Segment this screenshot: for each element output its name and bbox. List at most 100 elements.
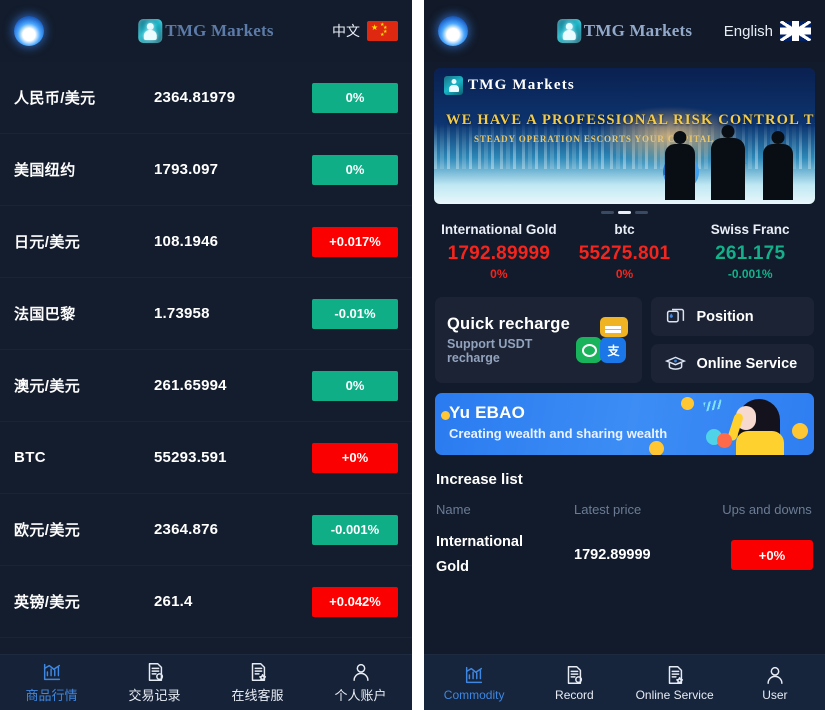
language-selector-cn[interactable]: 中文 ★ ★ ★ ★ ★ (332, 21, 398, 41)
yuebao-promo-banner[interactable]: Yu EBAO Creating wealth and sharing weal… (435, 393, 814, 455)
quote-row[interactable]: BTC 55293.591 +0% (0, 422, 412, 494)
quote-name: 人民币/美元 (14, 90, 96, 107)
app-brand-label: TMG Markets (583, 21, 693, 40)
position-button-label: Position (696, 308, 754, 325)
carousel-dots[interactable] (434, 204, 815, 218)
quote-row[interactable]: 欧元/美元 2364.876 -0.001% (0, 494, 412, 566)
quote-change-badge: -0.001% (312, 514, 398, 545)
tab-online-service[interactable]: 在线客服 (206, 655, 309, 710)
tab-label: 个人账户 (334, 688, 387, 703)
coin-graphic-4 (441, 411, 450, 420)
carousel-dot-3[interactable] (635, 211, 648, 214)
quote-change-badge: +0% (312, 442, 398, 473)
increase-list-header: Name Latest price Ups and downs (424, 488, 825, 517)
tab-record[interactable]: 交易记录 (103, 655, 206, 710)
quote-row[interactable]: 澳元/美元 261.65994 0% (0, 350, 412, 422)
ticker-change: -0.001% (727, 267, 773, 281)
increase-list-body: International Gold 1792.89999 +0% (424, 517, 825, 581)
quote-price: 108.1946 (154, 233, 219, 250)
column-header-name: Name (436, 502, 471, 517)
tmg-logo-icon (444, 76, 463, 95)
balloon-graphic-2 (717, 433, 732, 448)
tab-label: User (762, 687, 788, 702)
coin-graphic-2 (792, 423, 808, 439)
quote-change-badge: +0.042% (312, 586, 398, 617)
quote-price: 261.65994 (154, 377, 227, 394)
wechat-pay-icon (576, 337, 603, 363)
tab-chart[interactable]: Commodity (424, 655, 524, 710)
increase-row-price: 1792.89999 (574, 547, 651, 563)
silhouette-person-2 (711, 125, 745, 200)
carousel-dot-2[interactable] (618, 211, 631, 214)
tab-online-service[interactable]: Online Service (625, 655, 725, 710)
quote-change-badge: 0% (312, 370, 398, 401)
ticker-cell[interactable]: Swiss Franc 261.175 -0.001% (687, 222, 813, 281)
quote-name: 欧元/美元 (14, 522, 81, 539)
increase-row-name: International Gold (436, 530, 568, 581)
carousel-slide[interactable]: TMG Markets WE HAVE A PROFESSIONAL RISK … (434, 68, 815, 204)
left-top-bar: TMG Markets 中文 ★ ★ ★ ★ ★ (0, 0, 412, 62)
tab-user[interactable]: User (725, 655, 825, 710)
quick-recharge-subtitle: Support USDT recharge (447, 336, 533, 365)
quote-change-badge: -0.01% (312, 298, 398, 329)
column-header-change: Ups and downs (722, 502, 812, 517)
china-flag-icon: ★ ★ ★ ★ ★ (367, 21, 398, 41)
quote-price: 2364.81979 (154, 89, 236, 106)
increase-list-title: Increase list (436, 471, 523, 488)
phone-screen-chinese: TMG Markets 中文 ★ ★ ★ ★ ★ 人民币/美元 2364.8197… (0, 0, 412, 710)
promo-carousel[interactable]: TMG Markets WE HAVE A PROFESSIONAL RISK … (424, 62, 825, 218)
quote-row[interactable]: 美国纽约 1793.097 0% (0, 134, 412, 206)
quote-name: 英镑/美元 (14, 594, 81, 611)
language-label: 中文 (332, 23, 360, 39)
bottom-nav-cn: 商品行情 交易记录 在线客服 个人账户 (0, 654, 412, 710)
tab-label: 在线客服 (231, 688, 284, 703)
penguin-avatar-icon[interactable] (14, 16, 44, 46)
language-label: English (723, 22, 773, 40)
side-button-group: Position Online Service (651, 297, 814, 383)
online-service-button-label: Online Service (696, 355, 798, 372)
banner-logo-label: TMG Markets (468, 77, 575, 93)
quote-change-badge: +0.017% (312, 226, 398, 257)
quote-row[interactable]: 人民币/美元 2364.81979 0% (0, 62, 412, 134)
online-service-button[interactable]: Online Service (651, 344, 814, 383)
penguin-avatar-icon[interactable] (438, 16, 468, 46)
alipay-icon: 支 (600, 337, 627, 363)
quote-price: 261.4 (154, 593, 193, 610)
tab-chart[interactable]: 商品行情 (0, 655, 103, 710)
ticker-price: 261.175 (715, 243, 786, 264)
increase-list-row[interactable]: International Gold 1792.89999 +0% (424, 517, 825, 581)
ticker-cell[interactable]: btc 55275.801 0% (562, 222, 688, 281)
quote-price: 55293.591 (154, 449, 227, 466)
silhouette-person-1 (665, 131, 695, 200)
uk-flag-icon (780, 21, 811, 41)
quote-name: 法国巴黎 (14, 306, 76, 323)
quote-row[interactable]: 法国巴黎 1.73958 -0.01% (0, 278, 412, 350)
quote-row[interactable]: 英镑/美元 261.4 +0.042% (0, 566, 412, 638)
tmg-logo-icon (138, 19, 163, 43)
quick-recharge-card[interactable]: Quick recharge Support USDT recharge 支 (435, 297, 643, 383)
coin-graphic-3 (649, 441, 664, 455)
tab-record[interactable]: Record (524, 655, 624, 710)
team-silhouette-graphic (659, 114, 809, 200)
quote-name: BTC (14, 449, 47, 466)
ticker-cell[interactable]: International Gold 1792.89999 0% (436, 222, 562, 281)
increase-row-name-line2: Gold (436, 559, 470, 575)
quote-name: 澳元/美元 (14, 378, 81, 395)
home-content: TMG Markets WE HAVE A PROFESSIONAL RISK … (424, 62, 825, 654)
column-header-price: Latest price (574, 502, 642, 517)
ticker-change: 0% (615, 267, 634, 281)
increase-row-change-badge: +0% (731, 540, 813, 570)
graduation-cap-icon (665, 353, 687, 374)
banner-logo: TMG Markets (444, 76, 575, 95)
language-selector-en[interactable]: English (724, 21, 811, 41)
ticker-name: International Gold (441, 222, 557, 237)
position-button[interactable]: Position (651, 297, 814, 336)
tab-label: Commodity (443, 687, 505, 702)
tmg-logo-icon (556, 19, 581, 43)
quote-row[interactable]: 日元/美元 108.1946 +0.017% (0, 206, 412, 278)
tab-user[interactable]: 个人账户 (309, 655, 412, 710)
flag-star-large: ★ (371, 23, 379, 32)
position-icon (665, 306, 686, 327)
carousel-dot-1[interactable] (601, 211, 614, 214)
tab-label: Record (555, 687, 594, 702)
